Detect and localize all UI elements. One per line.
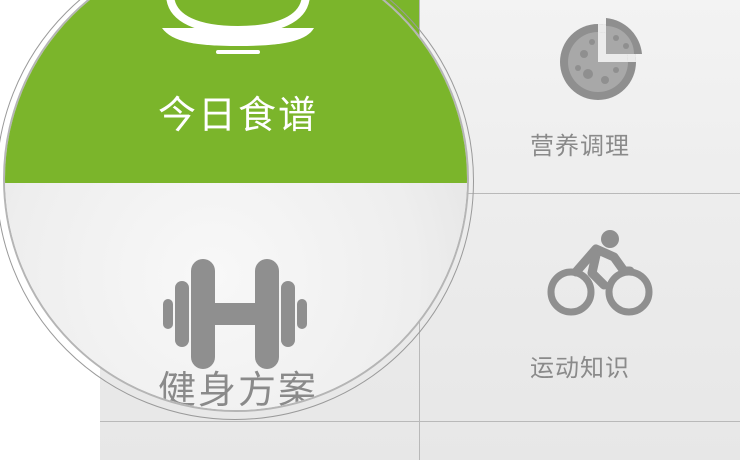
dumbbell-icon xyxy=(163,259,307,369)
pizza-icon xyxy=(560,18,642,100)
tile-recipe[interactable]: 今日食谱 xyxy=(5,0,467,183)
bowl-icon xyxy=(162,0,314,54)
tile-fitness[interactable]: 健身方案 xyxy=(5,183,467,412)
tile-nutrition-label: 营养调理 xyxy=(530,132,630,160)
tile-recipe-label: 今日食谱 xyxy=(157,93,318,137)
cyclist-icon xyxy=(547,230,653,316)
tile-fitness-label: 健身方案 xyxy=(157,368,318,412)
tile-exercise-label: 运动知识 xyxy=(530,354,630,382)
magnifier-lens: 今日食谱 健身方案 xyxy=(3,0,469,412)
tile-extra-left[interactable] xyxy=(100,421,420,460)
tile-extra-right[interactable] xyxy=(420,421,740,460)
grid-divider-horizontal xyxy=(100,421,740,422)
tile-exercise[interactable]: 运动知识 xyxy=(420,193,740,421)
